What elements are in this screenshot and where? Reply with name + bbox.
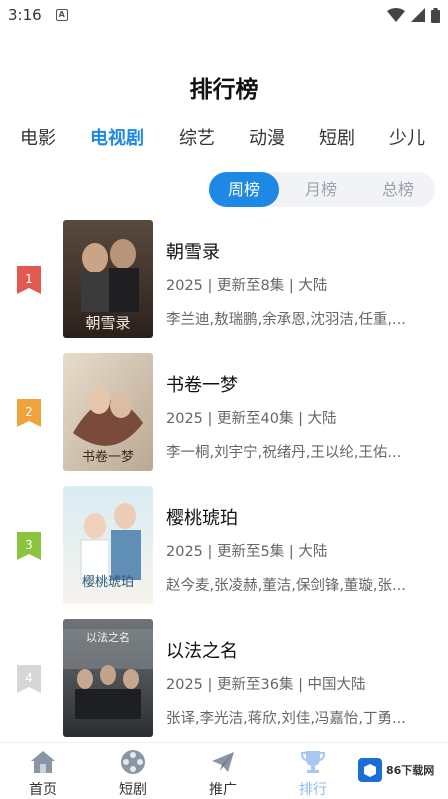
period-tabs: 周榜 月榜 总榜 (209, 172, 435, 207)
svg-text:4: 4 (25, 671, 33, 685)
tab-monthly[interactable]: 月榜 (286, 172, 356, 207)
list-item[interactable]: 1 朝雪录 朝雪录 2025 | 更新至8集 | 大陆 李兰迪,敖瑞鹏,余承恩,… (0, 220, 448, 342)
tab-variety[interactable]: 综艺 (179, 124, 215, 150)
list-item[interactable]: 3 樱桃琥珀 樱桃琥珀 2025 | 更新至5集 | 大陆 赵今麦,张凌赫,董洁… (0, 486, 448, 608)
nav-home[interactable]: 首页 (13, 745, 73, 799)
nav-label: 首页 (29, 782, 57, 798)
signal-icon (411, 8, 425, 22)
item-cast: 赵今麦,张凌赫,董洁,保剑锋,董璇,张... (166, 578, 406, 594)
watermark-text: 86下载网 (386, 764, 435, 777)
item-title: 以法之名 (166, 641, 238, 662)
page-title: 排行榜 (189, 77, 259, 103)
tab-weekly[interactable]: 周榜 (209, 172, 279, 207)
poster-image: 书卷一梦 (63, 353, 153, 471)
item-title: 书卷一梦 (166, 375, 238, 396)
nav-short-drama[interactable]: 短剧 (103, 745, 163, 799)
nav-label: 排行 (299, 782, 327, 798)
item-meta: 2025 | 更新至36集 | 中国大陆 (166, 677, 366, 693)
poster-image: 樱桃琥珀 (63, 486, 153, 604)
box-icon (358, 758, 382, 782)
rank-badge: 2 (17, 399, 41, 427)
status-time: 3:16 (8, 6, 42, 24)
svg-text:书卷一梦: 书卷一梦 (82, 449, 134, 465)
notification-icon: A (55, 9, 68, 21)
tab-all-time[interactable]: 总榜 (363, 172, 433, 207)
tab-kids[interactable]: 少儿 (389, 124, 425, 150)
status-indicators (387, 7, 440, 23)
nav-ranking[interactable]: 排行 (283, 745, 343, 799)
film-reel-icon (121, 750, 145, 774)
item-meta: 2025 | 更新至8集 | 大陆 (166, 278, 328, 294)
poster-image: 朝雪录 (63, 220, 153, 338)
poster-image: 以法之名 (63, 619, 153, 737)
list-item[interactable]: 2 书卷一梦 书卷一梦 2025 | 更新至40集 | 大陆 李一桐,刘宇宁,祝… (0, 353, 448, 475)
trophy-icon (300, 751, 326, 773)
home-icon (31, 751, 55, 773)
nav-label: 短剧 (119, 782, 147, 798)
svg-text:3: 3 (25, 538, 33, 552)
list-item[interactable]: 4 以法之名 以法之名 2025 | 更新至36集 | 中国大陆 张译,李光洁,… (0, 619, 448, 741)
svg-text:2: 2 (25, 405, 33, 419)
paper-plane-icon (212, 752, 234, 772)
rank-badge: 4 (17, 665, 41, 693)
nav-label: 推广 (209, 782, 237, 798)
rank-badge: 1 (17, 266, 41, 294)
battery-icon (431, 7, 440, 23)
svg-text:以法之名: 以法之名 (86, 630, 130, 644)
category-tabs: 电影 电视剧 综艺 动漫 短剧 少儿 (0, 124, 448, 154)
tab-movie[interactable]: 电影 (20, 124, 56, 150)
tab-short-drama[interactable]: 短剧 (319, 124, 355, 150)
item-meta: 2025 | 更新至5集 | 大陆 (166, 544, 328, 560)
svg-text:朝雪录: 朝雪录 (85, 314, 130, 332)
rank-badge: 3 (17, 532, 41, 560)
wifi-icon (387, 8, 405, 22)
status-bar: 3:16 A (0, 0, 448, 30)
item-meta: 2025 | 更新至40集 | 大陆 (166, 411, 337, 427)
item-cast: 张译,李光洁,蒋欣,刘佳,冯嘉怡,丁勇... (166, 711, 406, 727)
item-cast: 李一桐,刘宇宁,祝绪丹,王以纶,王佑... (166, 445, 402, 461)
watermark-logo: 86下载网 (358, 755, 444, 785)
tab-tv-series[interactable]: 电视剧 (90, 124, 144, 150)
nav-promote[interactable]: 推广 (193, 745, 253, 799)
item-title: 樱桃琥珀 (166, 508, 238, 529)
item-title: 朝雪录 (166, 242, 220, 263)
item-cast: 李兰迪,敖瑞鹏,余承恩,沈羽洁,任重,... (166, 312, 406, 328)
svg-text:1: 1 (25, 272, 33, 286)
svg-text:樱桃琥珀: 樱桃琥珀 (82, 574, 134, 590)
tab-anime[interactable]: 动漫 (249, 124, 285, 150)
